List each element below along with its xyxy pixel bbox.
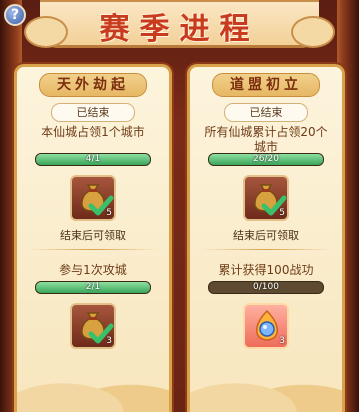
reward-count: 5	[279, 208, 285, 218]
reward-count: 3	[106, 336, 112, 346]
reward-slot[interactable]: 3	[70, 303, 116, 349]
season-stage-panel-1: 天外劫起 已结束 本仙城占领1个城市 4/1 5 结束后可领取 参与1次攻城 2…	[14, 64, 172, 412]
claim-hint: 结束后可领取	[60, 229, 126, 242]
progress-text: 26/20	[253, 154, 279, 164]
reward-slot[interactable]: 5	[243, 175, 289, 221]
reward-slot[interactable]: 5	[70, 175, 116, 221]
progress-text: 4/1	[85, 154, 101, 164]
reward-count: 5	[106, 208, 112, 218]
reward-count: 3	[279, 336, 285, 346]
cloud-decoration	[190, 362, 342, 412]
progress-text: 2/1	[85, 282, 101, 292]
progress-bar: 0/100	[208, 281, 324, 294]
progress-text: 0/100	[253, 282, 279, 292]
progress-bar: 2/1	[35, 281, 151, 294]
status-badge: 已结束	[224, 103, 308, 122]
task-description: 本仙城占领1个城市	[41, 125, 145, 139]
cloud-decoration	[17, 362, 169, 412]
divider	[27, 249, 159, 250]
reward-slot[interactable]: 3	[243, 303, 289, 349]
status-badge: 已结束	[51, 103, 135, 122]
season-stage-panel-2: 道盟初立 已结束 所有仙城累计占领20个城市 26/20 5 结束后可领取 累计…	[187, 64, 345, 412]
stage-title: 天外劫起	[39, 73, 147, 97]
title-banner: 赛季进程	[24, 0, 335, 48]
task-description: 参与1次攻城	[59, 263, 127, 277]
claim-hint: 结束后可领取	[233, 229, 299, 242]
progress-bar: 26/20	[208, 153, 324, 166]
divider	[200, 249, 332, 250]
task-description: 所有仙城累计占领20个城市	[204, 125, 328, 154]
page-title: 赛季进程	[99, 12, 260, 47]
stage-title: 道盟初立	[212, 73, 320, 97]
help-button[interactable]: ?	[4, 4, 26, 26]
task-description: 累计获得100战功	[218, 263, 314, 277]
progress-bar: 4/1	[35, 153, 151, 166]
